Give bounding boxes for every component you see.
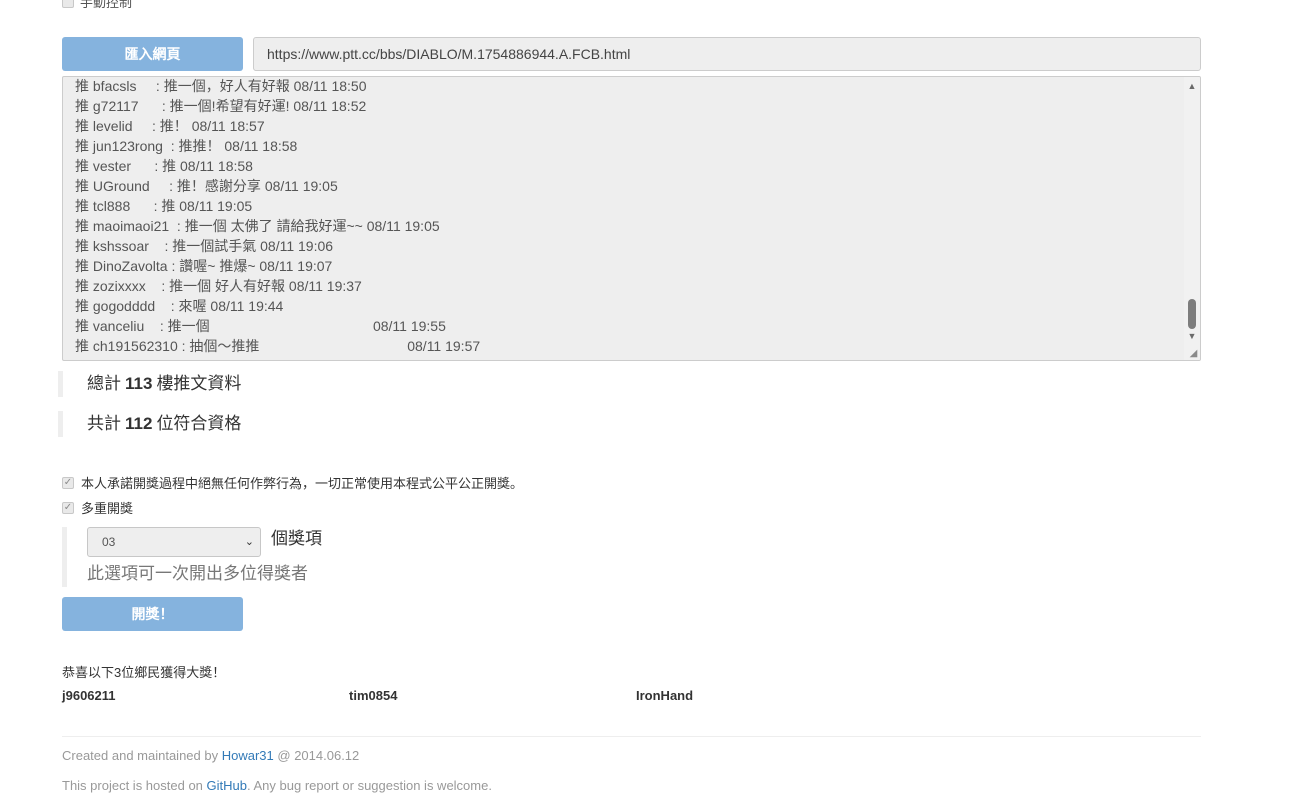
prize-count-suffix: 個獎項: [271, 529, 322, 548]
comment-line: 推 bfacsls : 推一個，好人有好報 08/11 18:50: [75, 78, 367, 94]
winner-name: j9606211: [62, 688, 116, 703]
manual-control-checkbox[interactable]: [62, 0, 74, 8]
footer-hosting-prefix: This project is hosted on: [62, 778, 203, 793]
prize-count-value: 03: [102, 535, 116, 549]
author-link[interactable]: Howar31: [222, 748, 274, 763]
github-link[interactable]: GitHub: [207, 778, 247, 793]
comment-line: 推 g72117 : 推一個!希望有好運! 08/11 18:52: [75, 98, 367, 114]
manual-control-label: 手動控制: [80, 0, 133, 10]
comment-line: 推 jun123rong : 推推！ 08/11 18:58: [75, 138, 298, 154]
multi-draw-option[interactable]: ✓ 多重開獎: [62, 498, 133, 517]
comment-line: 推 UGround : 推！感謝分享 08/11 19:05: [75, 178, 338, 194]
pledge-option[interactable]: ✓ 本人承諾開獎過程中絕無任何作弊行為，一切正常使用本程式公平公正開獎。: [62, 473, 523, 492]
qualified-prefix: 共計: [87, 414, 121, 433]
scroll-up-arrow-icon[interactable]: ▲: [1184, 79, 1200, 93]
winner-name: IronHand: [636, 688, 694, 703]
comment-line: 推 DinoZavolta : 讚喔~ 推爆~ 08/11 19:07: [75, 258, 333, 274]
total-count: 113: [125, 374, 153, 393]
textarea-scrollbar[interactable]: ▲ ▼: [1184, 77, 1200, 360]
total-prefix: 總計: [87, 374, 121, 393]
total-comments-stat: 總計 113 樓推文資料: [58, 371, 241, 397]
footer-credit: Created and maintained by Howar31 @ 2014…: [62, 748, 359, 763]
footer-credit-prefix: Created and maintained by: [62, 748, 219, 763]
qualified-users-stat: 共計 112 位符合資格: [58, 411, 241, 437]
comment-line: 推 kshssoar : 推一個試手氣 08/11 19:06: [75, 238, 334, 254]
scrollbar-thumb[interactable]: [1188, 299, 1196, 329]
comments-text: 推 bfacsls : 推一個，好人有好報 08/11 18:50 推 g7211…: [75, 77, 1180, 356]
footer-divider: [62, 736, 1201, 737]
multi-draw-checkbox[interactable]: ✓: [62, 501, 74, 514]
pledge-checkbox[interactable]: ✓: [62, 476, 74, 489]
comment-line: 推 zozixxxx : 推一個 好人有好報 08/11 19:37: [75, 278, 362, 294]
resize-grip-icon[interactable]: ◢: [1188, 348, 1199, 359]
footer-credit-date: @ 2014.06.12: [277, 748, 360, 763]
comment-line: 推 vester : 推 08/11 18:58: [75, 158, 253, 174]
draw-button[interactable]: 開獎！: [62, 597, 243, 631]
import-page-button[interactable]: 匯入網頁: [62, 37, 243, 71]
multi-draw-settings: 03 ⌄ 個獎項 此選項可一次開出多位得獎者: [62, 527, 467, 587]
chevron-down-icon: ⌄: [244, 536, 254, 548]
prize-count-select[interactable]: 03 ⌄: [87, 527, 261, 557]
total-suffix: 樓推文資料: [156, 374, 242, 393]
comment-line: 推 gogodddd : 來喔 08/11 19:44: [75, 298, 284, 314]
import-row: 匯入網頁 https://www.ptt.cc/bbs/DIABLO/M.175…: [62, 37, 1201, 71]
footer-hosting-suffix: . Any bug report or suggestion is welcom…: [247, 778, 492, 793]
comment-line: 推 levelid : 推！ 08/11 18:57: [75, 118, 265, 134]
scroll-down-arrow-icon[interactable]: ▼: [1184, 329, 1200, 343]
lottery-page: 手動控制 匯入網頁 https://www.ptt.cc/bbs/DIABLO/…: [0, 0, 1311, 805]
multi-draw-label: 多重開獎: [81, 501, 134, 516]
comment-line: 推 maoimaoi21 : 推一個 太佛了 請給我好運~~ 08/11 19:…: [75, 218, 440, 234]
pledge-label: 本人承諾開獎過程中絕無任何作弊行為，一切正常使用本程式公平公正開獎。: [81, 476, 524, 491]
winner-name: tim0854: [349, 688, 398, 703]
comments-textarea[interactable]: 推 bfacsls : 推一個，好人有好報 08/11 18:50 推 g7211…: [62, 76, 1201, 361]
comment-line: 推 ch191562310 : 抽個～推推 08/11 19:57: [75, 338, 481, 354]
manual-control-option[interactable]: 手動控制: [62, 0, 132, 11]
url-input[interactable]: https://www.ptt.cc/bbs/DIABLO/M.17548869…: [253, 37, 1201, 71]
qualified-suffix: 位符合資格: [156, 414, 242, 433]
congrats-message: 恭喜以下3位鄉民獲得大獎！: [62, 665, 226, 680]
qualified-count: 112: [125, 414, 153, 433]
multi-draw-help-text: 此選項可一次開出多位得獎者: [87, 564, 308, 583]
comment-line: 推 tcl888 : 推 08/11 19:05: [75, 198, 253, 214]
footer-hosting: This project is hosted on GitHub. Any bu…: [62, 778, 492, 793]
comment-line: 推 vanceliu : 推一個 08/11 19:55: [75, 318, 446, 334]
